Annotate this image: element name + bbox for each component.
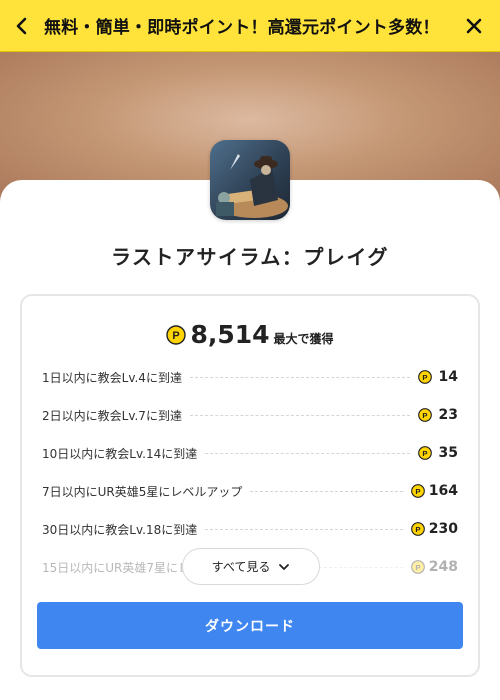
point-coin-icon: P [410,522,425,536]
chevron-left-icon [16,17,27,34]
app-icon [210,140,290,220]
close-icon [466,18,482,33]
mission-row: 10日以内に教会Lv.14に到達 P 35 [42,434,458,472]
point-coin-icon: P [410,484,425,498]
total-points-value: 8,514 [190,320,270,349]
dotted-leader [250,490,403,492]
mission-label: 2日以内に教会Lv.7に到達 [42,408,182,423]
back-button[interactable] [0,0,44,52]
mission-label: 10日以内に教会Lv.14に到達 [42,446,198,461]
svg-text:P: P [415,563,420,572]
mission-points: 248 [428,559,458,575]
svg-text:P: P [422,373,427,382]
see-all-button[interactable]: すべて見る [182,548,320,585]
point-coin-icon: P [410,560,425,574]
svg-text:P: P [422,449,427,458]
dotted-leader [205,452,410,454]
point-coin-icon: P [166,324,187,345]
top-bar: 無料・簡単・即時ポイント！高還元ポイント多数！ [0,0,500,52]
svg-text:P: P [173,330,180,342]
download-button[interactable]: ダウンロード [37,602,463,649]
chevron-down-icon [279,563,290,570]
close-button[interactable] [448,0,500,52]
total-points: P 8,514 最大で獲得 [22,320,478,349]
mission-label: 30日以内に教会Lv.18に到達 [42,522,198,537]
point-coin-icon: P [418,446,432,460]
point-coin-icon: P [418,370,432,384]
mission-row: 2日以内に教会Lv.7に到達 P 23 [42,396,458,434]
app-name: ラストアサイラム：プレイグ [110,245,390,269]
header-title: 無料・簡単・即時ポイント！高還元ポイント多数！ [44,18,440,38]
mission-points: 35 [438,445,458,461]
mission-row: 1日以内に教会Lv.4に到達 P 14 [42,358,458,396]
see-all-label: すべて見る [211,560,271,574]
svg-text:P: P [415,525,420,534]
svg-text:P: P [422,411,427,420]
mission-label: 7日以内にUR英雄5星にレベルアップ [42,484,243,499]
dotted-leader [205,528,403,530]
mission-label: 1日以内に教会Lv.4に到達 [42,370,182,385]
mission-row: 7日以内にUR英雄5星にレベルアップ P 164 [42,472,458,510]
total-points-suffix: 最大で獲得 [273,332,334,346]
mission-row: 30日以内に教会Lv.18に到達 P 230 [42,510,458,548]
mission-points: 14 [438,369,458,385]
mission-points: 230 [428,521,458,537]
mission-points: 23 [438,407,458,423]
point-coin-icon: P [418,408,432,422]
svg-text:P: P [415,487,420,496]
dotted-leader [189,376,410,378]
reward-card: P 8,514 最大で獲得 1日以内に教会Lv.4に到達 P 14 2日以内に教… [20,294,480,677]
mission-points: 164 [428,483,458,499]
dotted-leader [189,414,410,416]
